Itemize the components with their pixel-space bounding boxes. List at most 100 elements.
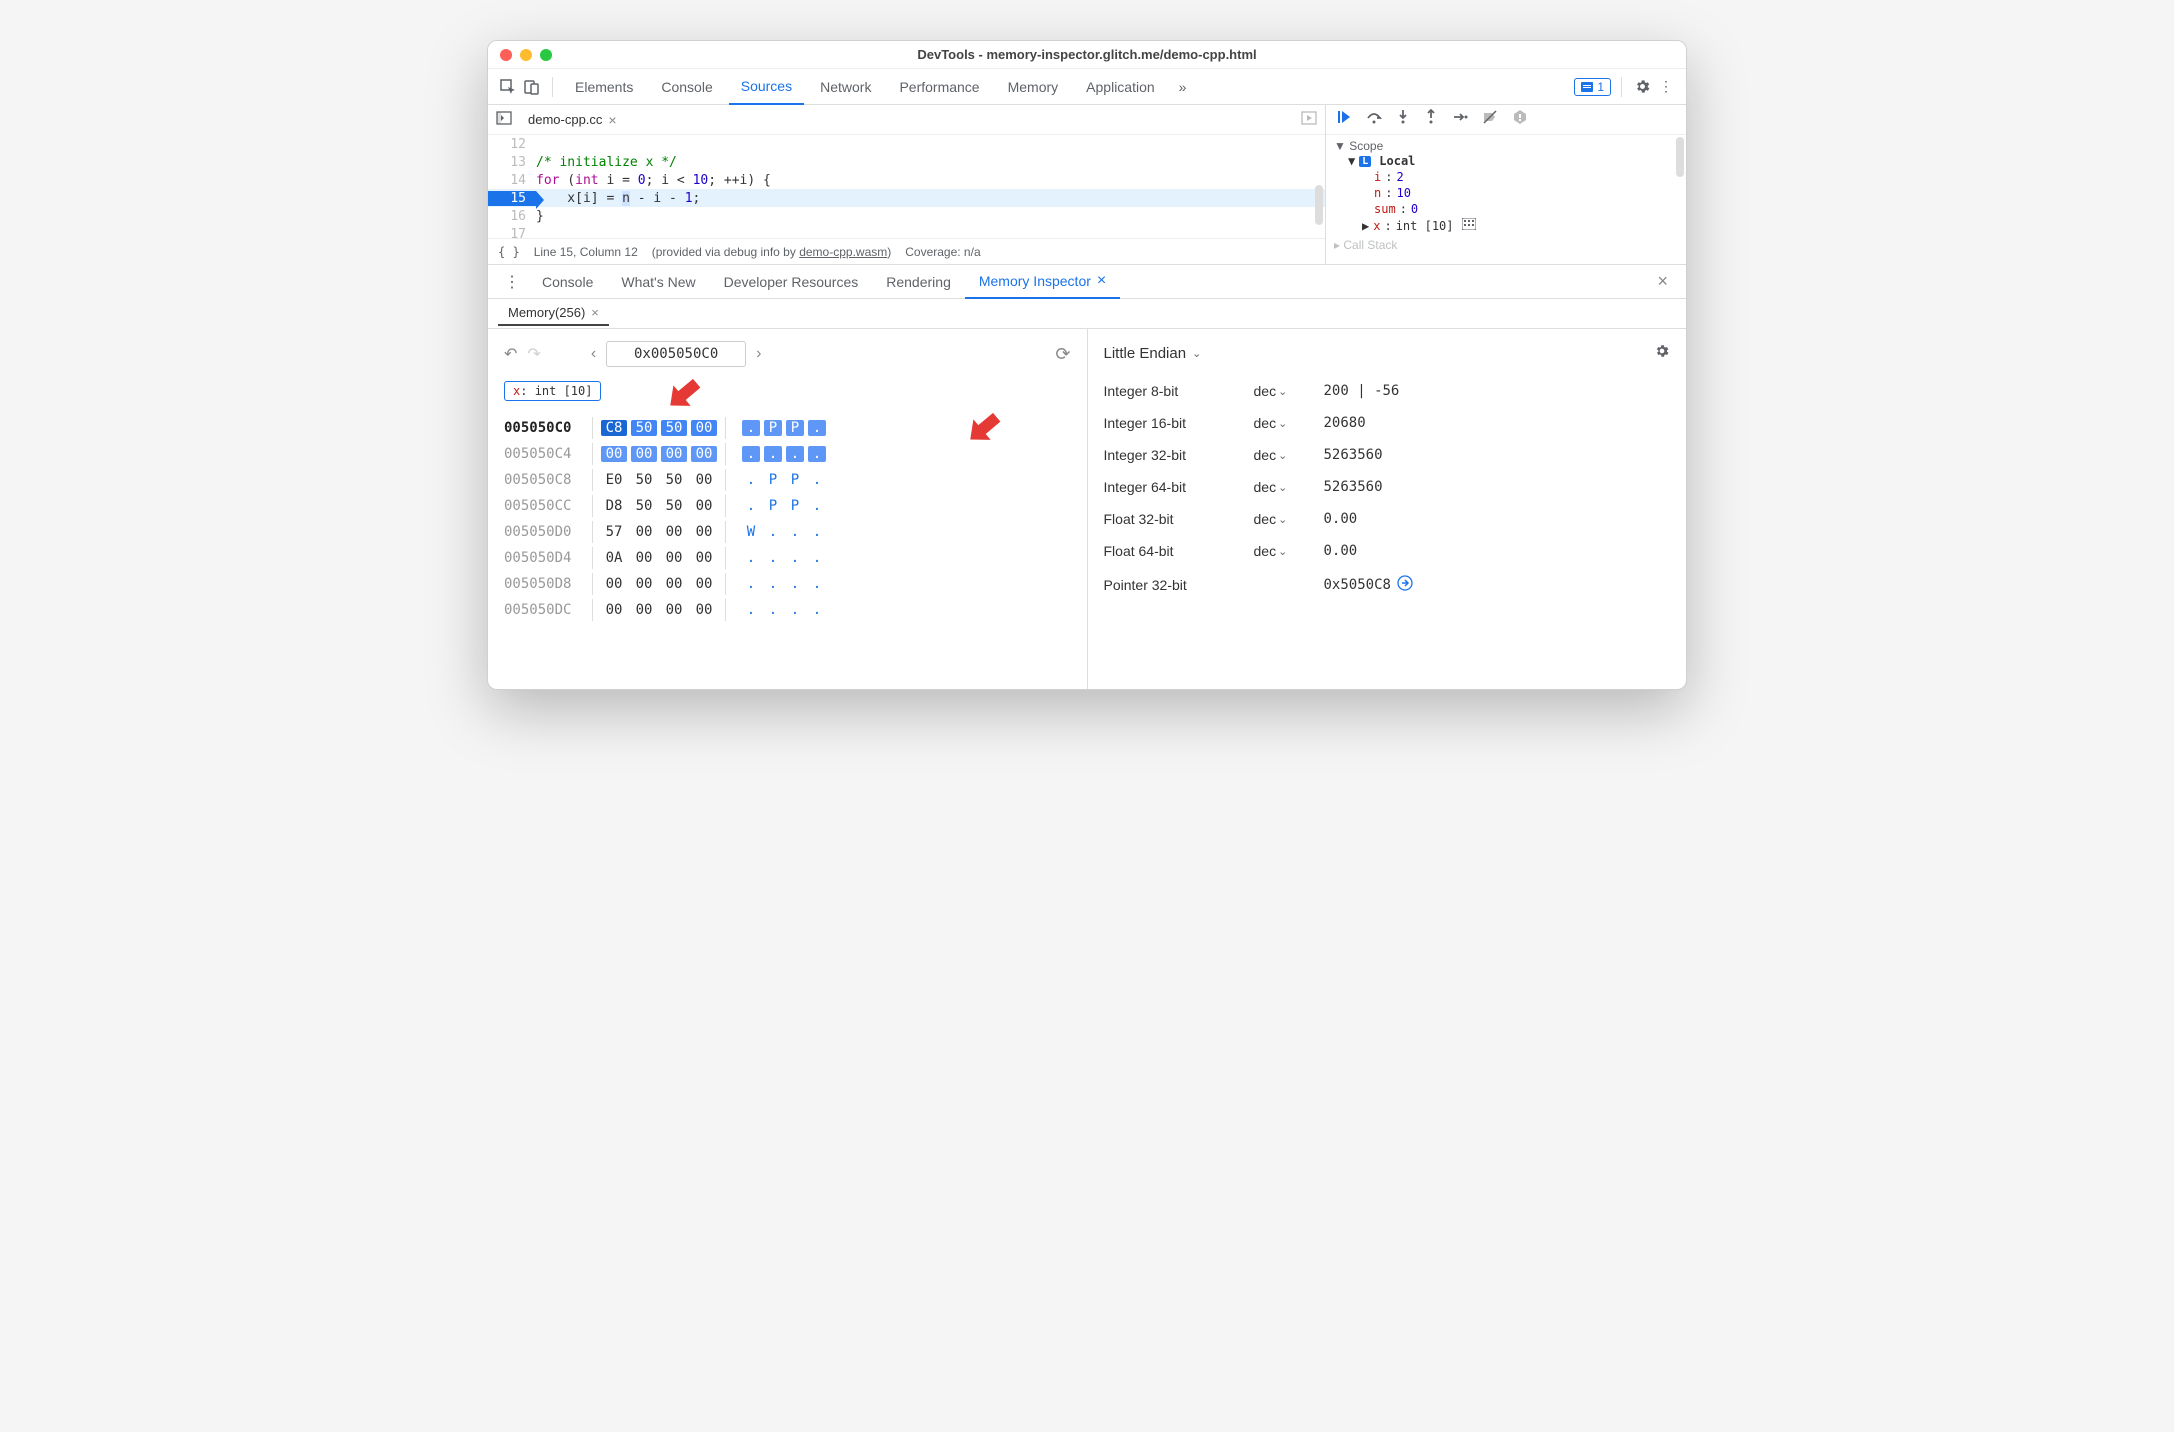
step-icon[interactable] (1452, 110, 1468, 129)
more-tabs-icon[interactable]: » (1171, 79, 1195, 95)
hex-byte[interactable]: 00 (691, 446, 717, 462)
hex-byte[interactable]: 50 (661, 472, 687, 488)
hex-byte[interactable]: 0A (601, 550, 627, 566)
pretty-print-icon[interactable]: { } (498, 245, 520, 259)
step-out-icon[interactable] (1424, 109, 1438, 130)
tab-network[interactable]: Network (808, 69, 883, 105)
hex-byte[interactable]: 00 (631, 524, 657, 540)
hex-byte[interactable]: E0 (601, 472, 627, 488)
hex-byte[interactable]: 50 (661, 498, 687, 514)
drawer-tab-devres[interactable]: Developer Resources (710, 265, 873, 299)
hex-byte[interactable]: 50 (631, 498, 657, 514)
drawer-kebab-icon[interactable]: ⋮ (496, 272, 528, 292)
scope-header[interactable]: ▼ Scope (1334, 139, 1678, 153)
endianness-select[interactable]: Little Endian ⌄ (1104, 345, 1202, 362)
interp-format-select[interactable]: dec⌄ (1254, 511, 1324, 527)
hex-byte[interactable]: 00 (661, 576, 687, 592)
callstack-header[interactable]: ▸ Call Stack (1334, 238, 1678, 252)
refresh-icon[interactable]: ⟳ (1055, 344, 1070, 365)
tab-application[interactable]: Application (1074, 69, 1167, 105)
hex-byte[interactable]: 00 (661, 446, 687, 462)
scope-var[interactable]: n: 10 (1334, 185, 1678, 201)
tab-performance[interactable]: Performance (887, 69, 991, 105)
hex-byte[interactable]: 00 (631, 602, 657, 618)
hex-byte[interactable]: 57 (601, 524, 627, 540)
tab-sources[interactable]: Sources (729, 69, 804, 105)
redo-icon[interactable]: ↷ (527, 344, 540, 364)
hex-row[interactable]: 005050D057000000W... (504, 519, 1071, 545)
settings-icon[interactable] (1632, 77, 1652, 97)
drawer-tab-console[interactable]: Console (528, 265, 607, 299)
resume-icon[interactable] (1336, 109, 1352, 130)
interp-format-select[interactable]: dec⌄ (1254, 383, 1324, 399)
hex-byte[interactable]: 00 (691, 602, 717, 618)
hex-row[interactable]: 005050D800000000.... (504, 571, 1071, 597)
close-memory-tab-icon[interactable]: × (591, 305, 599, 320)
step-into-icon[interactable] (1396, 109, 1410, 130)
scope-var[interactable]: i: 2 (1334, 169, 1678, 185)
close-tab-icon[interactable]: × (1097, 272, 1106, 290)
inspect-element-icon[interactable] (498, 77, 518, 97)
tab-memory[interactable]: Memory (996, 69, 1071, 105)
code-editor[interactable]: 12 13/* initialize x */ 14for (int i = 0… (488, 135, 1325, 238)
hex-row[interactable]: 005050C8E0505000.PP. (504, 467, 1071, 493)
interp-format-select[interactable]: dec⌄ (1254, 415, 1324, 431)
step-over-icon[interactable] (1366, 110, 1382, 129)
close-drawer-icon[interactable]: × (1647, 271, 1678, 292)
hex-byte[interactable]: 00 (661, 602, 687, 618)
hex-byte[interactable]: 00 (691, 576, 717, 592)
hex-byte[interactable]: 50 (631, 420, 657, 436)
scope-var[interactable]: sum: 0 (1334, 201, 1678, 217)
hex-byte[interactable]: 00 (691, 498, 717, 514)
undo-icon[interactable]: ↶ (504, 344, 517, 364)
address-input[interactable]: 0x005050C0 (606, 341, 746, 367)
hex-byte[interactable]: 00 (661, 524, 687, 540)
ascii-char: . (808, 446, 826, 462)
file-tab[interactable]: demo-cpp.cc × (518, 108, 627, 132)
interp-format-select[interactable]: dec⌄ (1254, 447, 1324, 463)
hex-byte[interactable]: C8 (601, 420, 627, 436)
hex-byte[interactable]: 00 (601, 602, 627, 618)
hex-byte[interactable]: 00 (661, 550, 687, 566)
navigator-toggle-icon[interactable] (496, 110, 512, 129)
scope-local[interactable]: ▼ LLocal (1334, 153, 1678, 169)
close-file-icon[interactable]: × (608, 112, 616, 128)
hex-byte[interactable]: 00 (691, 524, 717, 540)
scrollbar-thumb[interactable] (1315, 185, 1323, 225)
debug-info-link[interactable]: demo-cpp.wasm (799, 245, 887, 259)
hex-byte[interactable]: 00 (691, 550, 717, 566)
reveal-in-memory-icon[interactable] (1462, 218, 1476, 233)
hex-row[interactable]: 005050D40A000000.... (504, 545, 1071, 571)
hex-row[interactable]: 005050DC00000000.... (504, 597, 1071, 623)
scope-var[interactable]: ▶ x: int [10] (1334, 217, 1678, 234)
memory-buffer-tab[interactable]: Memory(256) × (498, 301, 609, 326)
device-toolbar-icon[interactable] (522, 77, 542, 97)
hex-byte[interactable]: D8 (601, 498, 627, 514)
next-page-icon[interactable]: › (756, 345, 761, 363)
drawer-tab-meminsp[interactable]: Memory Inspector × (965, 265, 1120, 299)
hex-byte[interactable]: 50 (631, 472, 657, 488)
deactivate-breakpoints-icon[interactable] (1482, 109, 1498, 130)
kebab-menu-icon[interactable]: ⋮ (1656, 77, 1676, 97)
drawer-tab-whatsnew[interactable]: What's New (607, 265, 709, 299)
hex-row[interactable]: 005050CCD8505000.PP. (504, 493, 1071, 519)
hex-byte[interactable]: 00 (631, 446, 657, 462)
issues-badge[interactable]: 1 (1574, 78, 1611, 96)
interp-format-select[interactable]: dec⌄ (1254, 543, 1324, 559)
tab-console[interactable]: Console (649, 69, 724, 105)
pause-on-exception-icon[interactable] (1512, 109, 1528, 130)
object-highlight-tag[interactable]: x: int [10] (504, 381, 601, 401)
hex-byte[interactable]: 00 (631, 576, 657, 592)
scrollbar-thumb[interactable] (1676, 137, 1684, 177)
hex-byte[interactable]: 00 (691, 472, 717, 488)
snippets-run-icon[interactable] (1301, 110, 1317, 129)
hex-byte[interactable]: 00 (631, 550, 657, 566)
prev-page-icon[interactable]: ‹ (591, 345, 596, 363)
interpreter-settings-icon[interactable] (1654, 343, 1670, 363)
jump-to-address-icon[interactable] (1397, 575, 1413, 594)
hex-byte[interactable]: 00 (601, 446, 627, 462)
drawer-tab-rendering[interactable]: Rendering (872, 265, 965, 299)
tab-elements[interactable]: Elements (563, 69, 645, 105)
interp-format-select[interactable]: dec⌄ (1254, 479, 1324, 495)
hex-byte[interactable]: 00 (601, 576, 627, 592)
